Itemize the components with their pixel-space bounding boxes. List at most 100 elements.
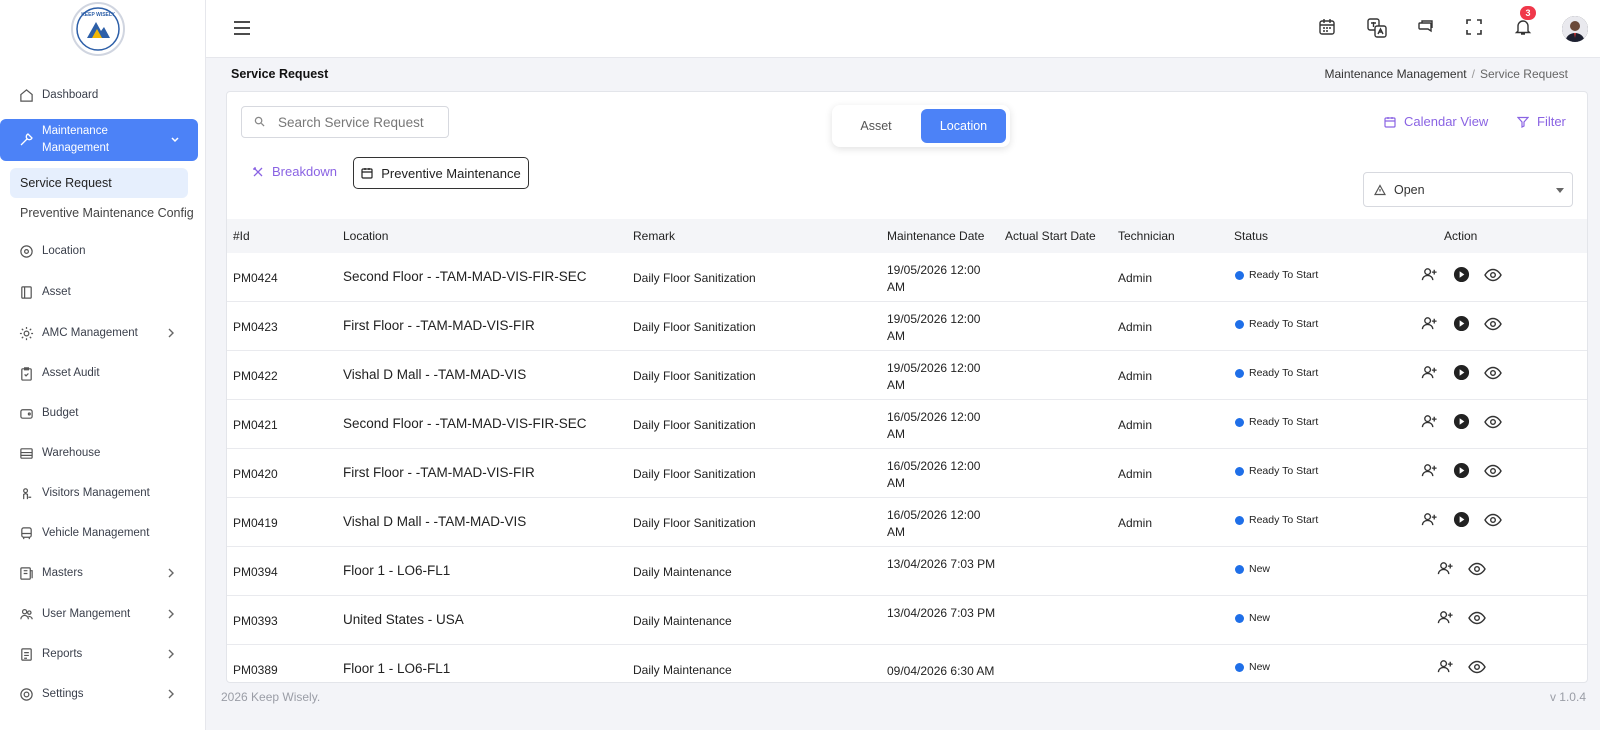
- brand-logo[interactable]: KEEP WISELY: [71, 2, 125, 56]
- search-icon: [254, 116, 266, 128]
- sidebar-item-visitors-management[interactable]: Visitors Management: [0, 475, 206, 511]
- play-icon[interactable]: [1453, 462, 1471, 480]
- status-badge: New: [1235, 612, 1270, 624]
- cell-id: PM0424: [233, 271, 278, 285]
- chevron-right-icon: [164, 607, 178, 621]
- assign-user-icon[interactable]: [1437, 658, 1455, 676]
- cell-maintenance-date: 19/05/2026 12:00 AM: [887, 263, 981, 294]
- view-icon[interactable]: [1484, 413, 1502, 431]
- status-dot: [1235, 270, 1244, 280]
- bell-icon[interactable]: [1514, 18, 1534, 38]
- app-version: v 1.0.4: [1549, 690, 1586, 704]
- table-row[interactable]: PM0424 Second Floor - -TAM-MAD-VIS-FIR-SE…: [227, 253, 1587, 302]
- assign-user-icon[interactable]: [1421, 364, 1439, 382]
- sidebar-item-reports[interactable]: Reports: [0, 636, 206, 672]
- chevron-down-icon: [168, 133, 182, 147]
- cell-technician: Admin: [1118, 418, 1153, 432]
- table-row[interactable]: PM0422 Vishal D Mall - -TAM-MAD-VIS Daily …: [227, 351, 1587, 400]
- cell-location: Second Floor - -TAM-MAD-VIS-FIR-SEC: [343, 269, 587, 284]
- chat-icon[interactable]: [1416, 18, 1436, 38]
- cell-id: PM0423: [233, 320, 278, 334]
- search-input[interactable]: Search Service Request: [241, 106, 449, 138]
- cell-location: Vishal D Mall - -TAM-MAD-VIS: [343, 514, 527, 529]
- table-row[interactable]: PM0419 Vishal D Mall - -TAM-MAD-VIS Daily …: [227, 498, 1587, 547]
- sidebar-item-label: Warehouse: [42, 447, 101, 459]
- status-label: Ready To Start: [1249, 416, 1319, 428]
- play-icon[interactable]: [1453, 266, 1471, 284]
- sidebar-subitem-service-request[interactable]: Service Request: [10, 168, 188, 198]
- sidebar-item-maintenance-management[interactable]: Maintenance Management: [0, 119, 198, 161]
- cell-maintenance-date: 16/05/2026 12:00 AM: [887, 508, 981, 539]
- assign-user-icon[interactable]: [1421, 413, 1439, 431]
- table-row[interactable]: PM0393 United States - USA Daily Maintenan…: [227, 596, 1587, 645]
- status-badge: Ready To Start: [1235, 514, 1318, 526]
- sidebar-item-dashboard[interactable]: Dashboard: [0, 77, 206, 113]
- report-icon: [18, 646, 34, 662]
- assign-user-icon[interactable]: [1437, 560, 1455, 578]
- breadcrumb-item[interactable]: Maintenance Management: [1325, 67, 1467, 81]
- table-row[interactable]: PM0420 First Floor - -TAM-MAD-VIS-FIR Dail…: [227, 449, 1587, 498]
- cell-maintenance-date: 19/05/2026 12:00 AM: [887, 361, 981, 392]
- view-icon[interactable]: [1468, 609, 1486, 627]
- translate-icon[interactable]: [1367, 18, 1387, 38]
- status-label: Ready To Start: [1249, 514, 1319, 526]
- filter-button[interactable]: Filter: [1517, 114, 1566, 129]
- column-header-maintenance-date: Maintenance Date: [887, 229, 985, 243]
- sidebar-item-user-management[interactable]: User Mangement: [0, 596, 206, 632]
- avatar[interactable]: [1562, 16, 1588, 42]
- sidebar-item-settings[interactable]: Settings: [0, 676, 206, 712]
- breakdown-button[interactable]: Breakdown: [252, 164, 337, 179]
- sidebar-item-masters[interactable]: Masters: [0, 555, 206, 591]
- view-icon[interactable]: [1484, 315, 1502, 333]
- sidebar-item-asset[interactable]: Asset: [0, 274, 206, 310]
- sidebar-subitem-preventive-maintenance-config[interactable]: Preventive Maintenance Config: [10, 198, 194, 228]
- play-icon[interactable]: [1453, 413, 1471, 431]
- fullscreen-icon[interactable]: [1465, 18, 1485, 38]
- cell-technician: Admin: [1118, 271, 1153, 285]
- svg-text:KEEP WISELY: KEEP WISELY: [81, 12, 115, 18]
- sidebar-item-location[interactable]: Location: [0, 233, 206, 269]
- wrench-icon: [18, 132, 34, 148]
- cell-maintenance-date: 13/04/2026 7:03 PM: [887, 557, 996, 571]
- segment-location[interactable]: Location: [921, 109, 1006, 143]
- view-icon[interactable]: [1484, 511, 1502, 529]
- status-dot: [1235, 564, 1244, 574]
- table-row[interactable]: PM0423 First Floor - -TAM-MAD-VIS-FIR Dail…: [227, 302, 1587, 351]
- assign-user-icon[interactable]: [1421, 511, 1439, 529]
- view-icon[interactable]: [1484, 266, 1502, 284]
- calendar-view-button[interactable]: Calendar View: [1384, 114, 1488, 129]
- sidebar-subitem-label: Preventive Maintenance Config: [20, 206, 194, 220]
- sidebar-item-asset-audit[interactable]: Asset Audit: [0, 355, 206, 391]
- sidebar-item-vehicle-management[interactable]: Vehicle Management: [0, 515, 206, 551]
- assign-user-icon[interactable]: [1421, 462, 1439, 480]
- sidebar-item-amc-management[interactable]: AMC Management: [0, 315, 206, 351]
- preventive-maintenance-label: Preventive Maintenance: [381, 165, 521, 181]
- cell-id: PM0389: [233, 663, 278, 677]
- breadcrumb: Maintenance Management / Service Request: [1324, 67, 1568, 81]
- assign-user-icon[interactable]: [1437, 609, 1455, 627]
- table-row[interactable]: PM0389 Floor 1 - LO6-FL1 Daily Maintenance…: [227, 645, 1587, 682]
- preventive-maintenance-button[interactable]: Preventive Maintenance: [353, 157, 529, 189]
- sidebar-item-budget[interactable]: Budget: [0, 395, 206, 431]
- sidebar-item-warehouse[interactable]: Warehouse: [0, 435, 206, 471]
- view-icon[interactable]: [1468, 560, 1486, 578]
- table-row[interactable]: PM0394 Floor 1 - LO6-FL1 Daily Maintenance…: [227, 547, 1587, 596]
- play-icon[interactable]: [1453, 364, 1471, 382]
- segment-asset[interactable]: Asset: [836, 109, 916, 143]
- view-icon[interactable]: [1468, 658, 1486, 676]
- play-icon[interactable]: [1453, 315, 1471, 333]
- view-icon[interactable]: [1484, 462, 1502, 480]
- sidebar-item-label: Masters: [42, 567, 83, 579]
- play-icon[interactable]: [1453, 511, 1471, 529]
- status-label: New: [1249, 661, 1271, 673]
- status-select[interactable]: Open: [1363, 172, 1573, 207]
- vehicle-icon: [18, 525, 34, 541]
- view-icon[interactable]: [1484, 364, 1502, 382]
- cell-id: PM0393: [233, 614, 278, 628]
- cell-technician: Admin: [1118, 516, 1153, 530]
- calendar-icon[interactable]: [1318, 18, 1338, 38]
- assign-user-icon[interactable]: [1421, 315, 1439, 333]
- menu-icon[interactable]: [232, 18, 252, 38]
- table-row[interactable]: PM0421 Second Floor - -TAM-MAD-VIS-FIR-SE…: [227, 400, 1587, 449]
- assign-user-icon[interactable]: [1421, 266, 1439, 284]
